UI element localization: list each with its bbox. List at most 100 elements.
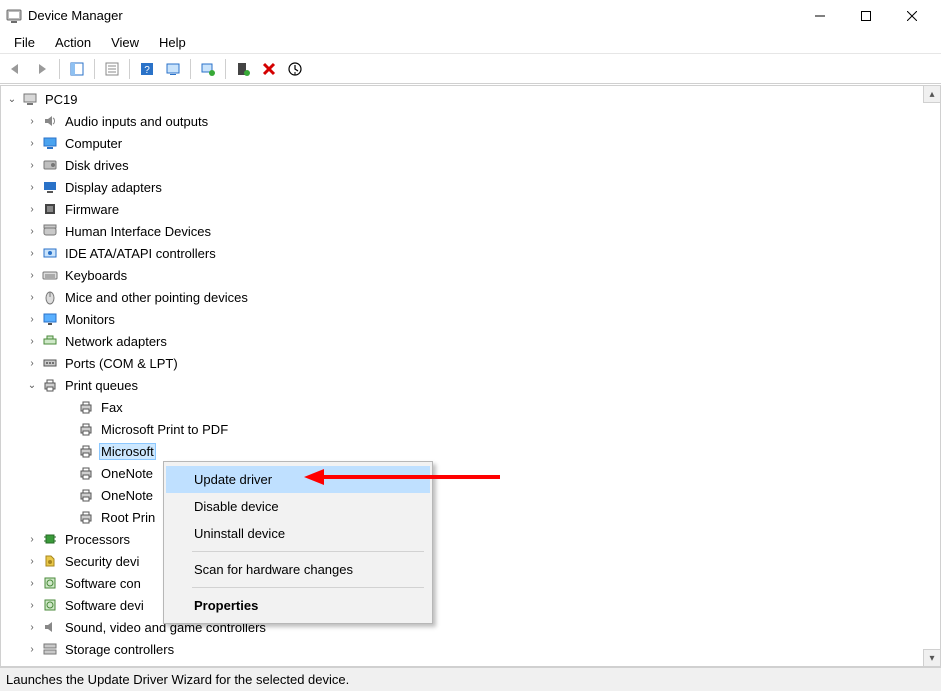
client-area: ▴ ▾ ⌄ PC19 › Audio inputs and outputs › … [0, 84, 941, 667]
tree-node[interactable]: › Network adapters [5, 330, 936, 352]
expand-icon[interactable]: › [25, 312, 39, 326]
expand-icon[interactable]: › [25, 114, 39, 128]
computer-icon [21, 90, 39, 108]
menu-file[interactable]: File [4, 33, 45, 52]
tree-node-label: Root Prin [99, 509, 157, 526]
scroll-down-button[interactable]: ▾ [923, 649, 940, 666]
forward-button[interactable] [30, 57, 54, 81]
printer-icon [77, 486, 95, 504]
expand-icon[interactable]: › [25, 532, 39, 546]
update-driver-button[interactable] [196, 57, 220, 81]
tree-node-label: IDE ATA/ATAPI controllers [63, 245, 218, 262]
monitor-icon [41, 310, 59, 328]
collapse-icon[interactable]: ⌄ [5, 92, 19, 106]
show-hide-tree-button[interactable] [65, 57, 89, 81]
tree-node[interactable]: › Software devi [5, 594, 936, 616]
tree-node[interactable]: › Processors [5, 528, 936, 550]
tree-node[interactable]: › Disk drives [5, 154, 936, 176]
tree-node[interactable]: Root Prin [5, 506, 936, 528]
firmware-icon [41, 200, 59, 218]
tree-node-label: Disk drives [63, 157, 131, 174]
tree-node-label: Display adapters [63, 179, 164, 196]
expand-icon[interactable]: › [25, 290, 39, 304]
collapse-icon[interactable]: ⌄ [25, 378, 39, 392]
expand-icon[interactable]: › [25, 598, 39, 612]
tree-node[interactable]: › Computer [5, 132, 936, 154]
expand-icon[interactable]: › [25, 268, 39, 282]
context-menu[interactable]: Update driverDisable deviceUninstall dev… [163, 461, 433, 624]
properties-button[interactable] [100, 57, 124, 81]
expand-icon[interactable]: › [25, 356, 39, 370]
enable-device-button[interactable] [231, 57, 255, 81]
close-button[interactable] [889, 0, 935, 32]
tree-node[interactable]: Fax [5, 396, 936, 418]
tree-node[interactable]: Microsoft [5, 440, 936, 462]
context-menu-item[interactable]: Uninstall device [166, 520, 430, 547]
expand-icon[interactable]: › [25, 554, 39, 568]
back-button[interactable] [4, 57, 28, 81]
tree-node[interactable]: › Storage controllers [5, 638, 936, 660]
tree-node-label: Human Interface Devices [63, 223, 213, 240]
uninstall-device-button[interactable] [257, 57, 281, 81]
hid-icon [41, 222, 59, 240]
tree-node[interactable]: › Monitors [5, 308, 936, 330]
tree-node-label: Ports (COM & LPT) [63, 355, 180, 372]
tree-node[interactable]: › Software con [5, 572, 936, 594]
tree-node[interactable]: › Audio inputs and outputs [5, 110, 936, 132]
expand-icon[interactable]: › [25, 158, 39, 172]
printer-icon [77, 442, 95, 460]
tree-node[interactable]: › Security devi [5, 550, 936, 572]
expand-icon[interactable]: › [25, 642, 39, 656]
menu-view[interactable]: View [101, 33, 149, 52]
printer-icon [41, 376, 59, 394]
expand-icon[interactable]: › [25, 136, 39, 150]
expand-icon[interactable]: › [25, 334, 39, 348]
expand-icon[interactable]: › [25, 576, 39, 590]
minimize-button[interactable] [797, 0, 843, 32]
tree-node[interactable]: ⌄ Print queues [5, 374, 936, 396]
disable-device-button[interactable] [283, 57, 307, 81]
mouse-icon [41, 288, 59, 306]
tree-node[interactable]: › Display adapters [5, 176, 936, 198]
tree-node[interactable]: › Firmware [5, 198, 936, 220]
tree-node-label: Processors [63, 531, 132, 548]
keyboard-icon [41, 266, 59, 284]
tree-node[interactable]: › Ports (COM & LPT) [5, 352, 936, 374]
tree-node[interactable]: › Mice and other pointing devices [5, 286, 936, 308]
menu-action[interactable]: Action [45, 33, 101, 52]
tree-node[interactable]: Microsoft Print to PDF [5, 418, 936, 440]
tree-node[interactable]: › Keyboards [5, 264, 936, 286]
context-menu-item[interactable]: Properties [166, 592, 430, 619]
expand-icon[interactable]: › [25, 202, 39, 216]
software-icon [41, 596, 59, 614]
network-icon [41, 332, 59, 350]
tree-node[interactable]: OneNote [5, 484, 936, 506]
window-controls [797, 0, 935, 32]
device-tree[interactable]: ⌄ PC19 › Audio inputs and outputs › Comp… [1, 86, 940, 662]
maximize-button[interactable] [843, 0, 889, 32]
app-icon [6, 8, 22, 24]
expand-icon[interactable]: › [25, 246, 39, 260]
sound-icon [41, 618, 59, 636]
context-menu-item[interactable]: Update driver [166, 466, 430, 493]
menu-help[interactable]: Help [149, 33, 196, 52]
tree-node[interactable]: ⌄ PC19 [5, 88, 936, 110]
tree-node[interactable]: OneNote [5, 462, 936, 484]
scan-hardware-button[interactable] [161, 57, 185, 81]
expand-icon[interactable]: › [25, 620, 39, 634]
scroll-up-button[interactable]: ▴ [923, 86, 940, 103]
computer-icon [41, 134, 59, 152]
context-menu-item[interactable]: Disable device [166, 493, 430, 520]
window-title: Device Manager [28, 8, 123, 23]
expand-icon[interactable]: › [25, 224, 39, 238]
tree-node-label: PC19 [43, 91, 80, 108]
expand-icon[interactable]: › [25, 180, 39, 194]
context-menu-item[interactable]: Scan for hardware changes [166, 556, 430, 583]
tree-node[interactable]: › Human Interface Devices [5, 220, 936, 242]
tree-node[interactable]: › Sound, video and game controllers [5, 616, 936, 638]
display-icon [41, 178, 59, 196]
printer-icon [77, 420, 95, 438]
tree-node-label: Mice and other pointing devices [63, 289, 250, 306]
tree-node[interactable]: › IDE ATA/ATAPI controllers [5, 242, 936, 264]
help-button[interactable]: ? [135, 57, 159, 81]
